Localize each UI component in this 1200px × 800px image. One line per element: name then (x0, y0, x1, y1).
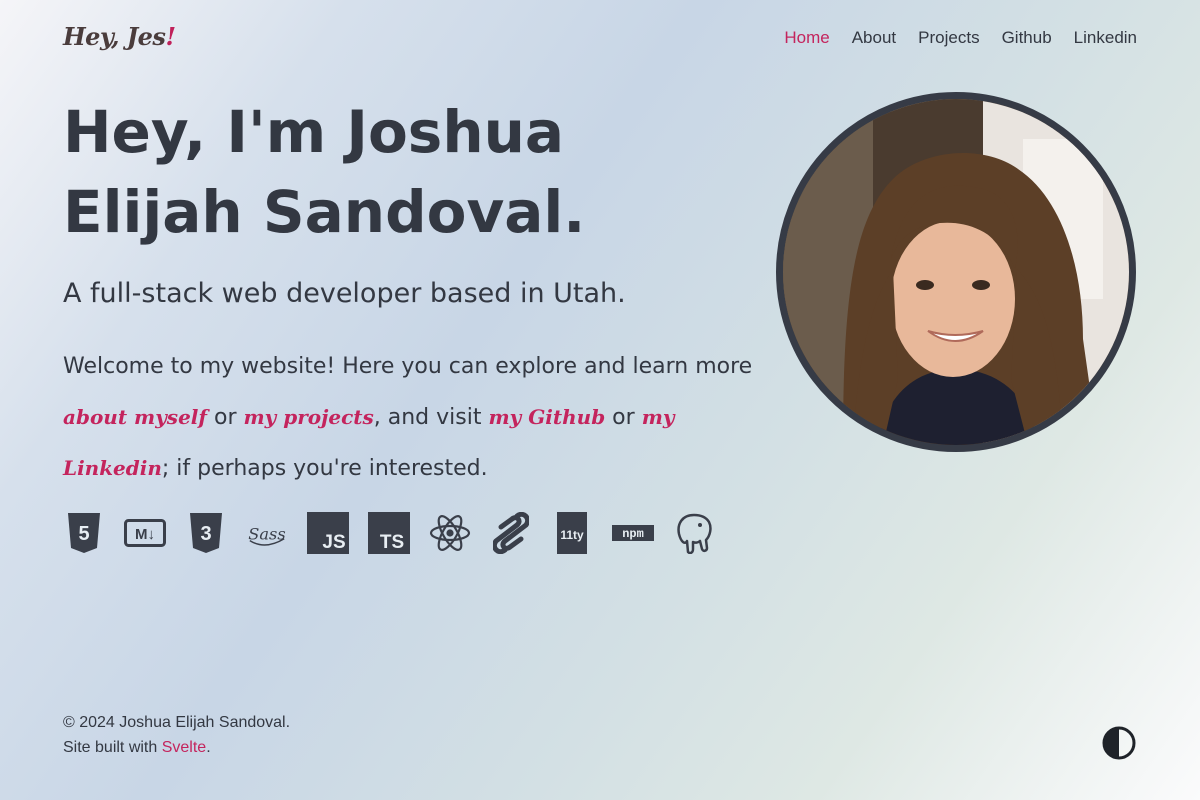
react-icon (429, 512, 471, 554)
svg-text:5: 5 (78, 523, 89, 545)
built-with-suffix: . (206, 739, 211, 756)
theme-toggle-button[interactable] (1102, 726, 1136, 760)
about-link[interactable]: about myself (63, 405, 207, 429)
svelte-icon (490, 512, 532, 554)
svg-text:3: 3 (200, 523, 211, 545)
markdown-label: M↓ (135, 526, 155, 543)
typescript-icon: TS (368, 512, 410, 554)
nav-home[interactable]: Home (784, 28, 829, 48)
contrast-icon (1102, 726, 1136, 760)
sass-icon: Sass (246, 512, 288, 554)
profile-photo (776, 92, 1136, 452)
css3-icon: 3 (185, 512, 227, 554)
intro-text-1: Welcome to my website! Here you can expl… (63, 354, 753, 379)
intro-text-5: ; if perhaps you're interested. (161, 456, 488, 481)
profile-portrait-illustration (783, 99, 1129, 445)
site-footer: © 2024 Joshua Elijah Sandoval. Site buil… (63, 710, 290, 760)
hero-subtitle: A full-stack web developer based in Utah… (63, 278, 626, 309)
projects-link[interactable]: my projects (244, 405, 374, 429)
markdown-icon: M↓ (124, 512, 166, 554)
javascript-label: JS (322, 532, 345, 553)
nav-github[interactable]: Github (1002, 28, 1052, 48)
nav-projects[interactable]: Projects (918, 28, 979, 48)
logo-mark: ! (165, 22, 176, 51)
javascript-icon: JS (307, 512, 349, 554)
typescript-label: TS (380, 532, 404, 553)
nav-about[interactable]: About (852, 28, 896, 48)
intro-text-4: or (605, 405, 642, 430)
github-link[interactable]: my Github (488, 405, 605, 429)
nav-linkedin[interactable]: Linkedin (1074, 28, 1137, 48)
main-nav: Home About Projects Github Linkedin (784, 28, 1137, 48)
built-with-prefix: Site built with (63, 739, 162, 756)
eleventy-icon: 11ty (551, 512, 593, 554)
hero-intro: Welcome to my website! Here you can expl… (63, 342, 753, 494)
built-with-text: Site built with Svelte. (63, 735, 290, 760)
npm-label: npm (622, 527, 644, 541)
intro-text-3: , and visit (373, 405, 489, 430)
postgresql-icon (673, 512, 715, 554)
hero-headline: Hey, I'm Joshua Elijah Sandoval. (63, 98, 586, 246)
html5-icon: 5 (63, 512, 105, 554)
eleventy-label: 11ty (560, 528, 584, 542)
tech-stack-icons: 5 M↓ 3 Sass JS TS 11ty npm (63, 512, 715, 554)
logo-text: Hey, Jes (63, 22, 166, 51)
npm-icon: npm (612, 512, 654, 554)
svelte-link[interactable]: Svelte (162, 739, 206, 756)
copyright-text: © 2024 Joshua Elijah Sandoval. (63, 714, 291, 731)
intro-text-2: or (207, 405, 244, 430)
site-logo[interactable]: Hey, Jes! (63, 22, 176, 51)
